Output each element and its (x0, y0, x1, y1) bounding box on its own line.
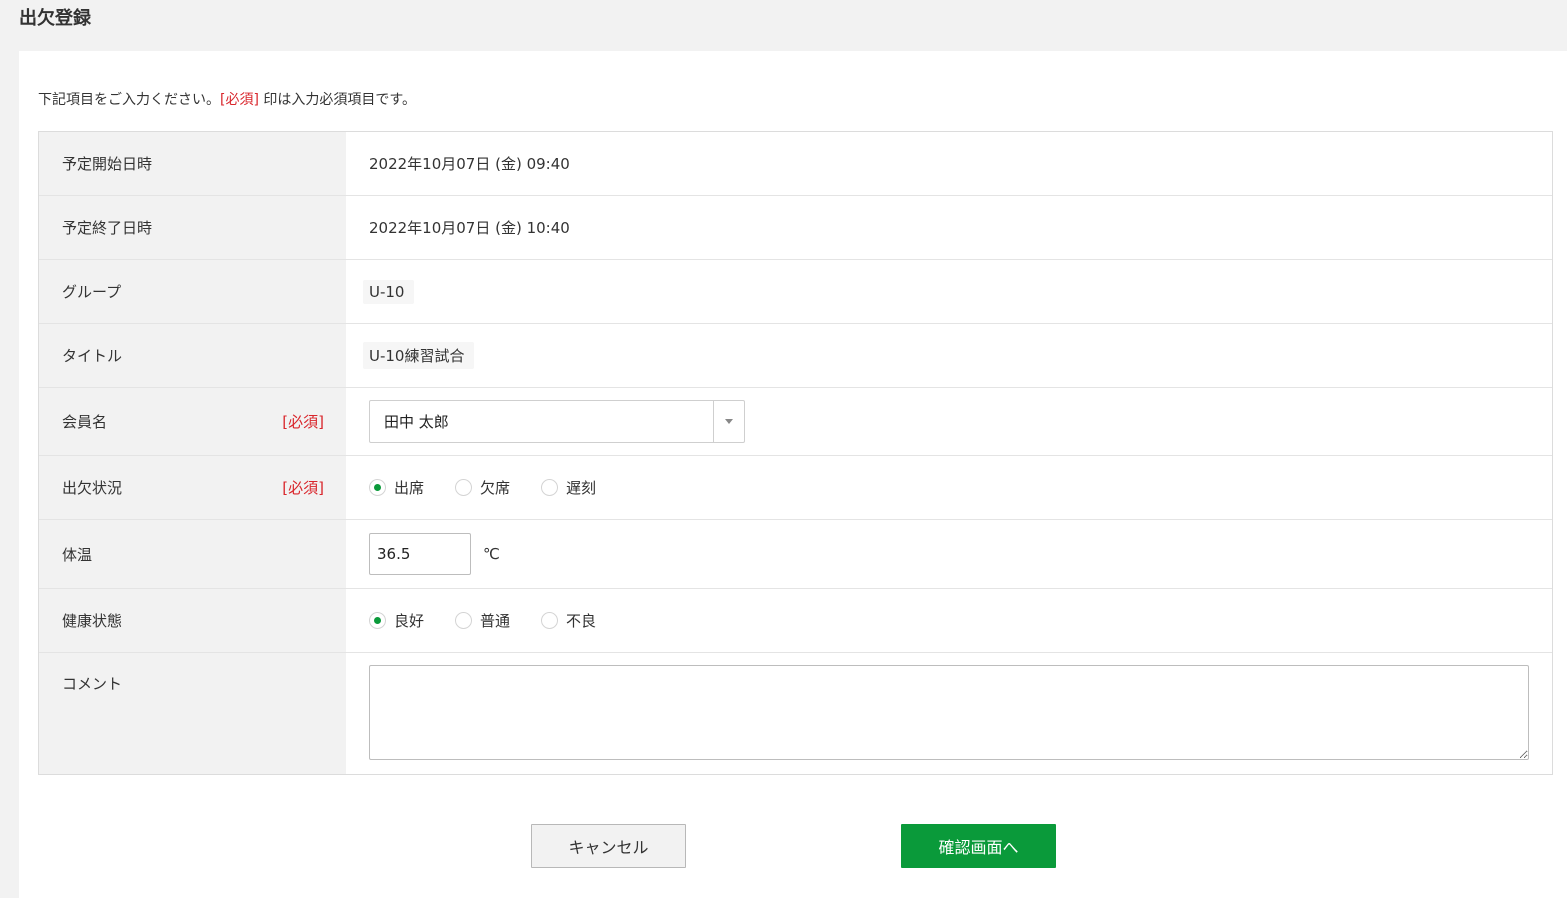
radio-attendance-present[interactable]: 出席 (369, 477, 424, 498)
radio-attendance-absent[interactable]: 欠席 (455, 477, 510, 498)
attendance-form-table: 予定開始日時 2022年10月07日 (金) 09:40 予定終了日時 2022… (38, 131, 1553, 775)
label-text: 予定開始日時 (62, 155, 153, 173)
title-value: U-10練習試合 (363, 342, 475, 369)
cancel-button[interactable]: キャンセル (531, 824, 686, 868)
comment-textarea[interactable] (369, 665, 1529, 760)
intro-text: 下記項目をご入力ください。[必須] 印は入力必須項目です。 (38, 89, 416, 109)
value-end-datetime: 2022年10月07日 (金) 10:40 (369, 219, 570, 237)
required-badge: [必須] (282, 479, 324, 497)
page-header: 出欠登録 (0, 0, 1567, 51)
value-member: 田中 太郎 (346, 388, 1552, 455)
row-end-datetime: 予定終了日時 2022年10月07日 (金) 10:40 (39, 196, 1552, 260)
label-title: タイトル (39, 324, 346, 387)
member-select[interactable]: 田中 太郎 (369, 400, 745, 443)
radio-unchecked-icon[interactable] (541, 612, 559, 629)
intro-suffix: 印は入力必須項目です。 (258, 92, 416, 108)
attendance-radio-group: 出席 欠席 遅刻 (369, 477, 627, 498)
label-text: 出欠状況 (62, 479, 123, 497)
temperature-unit: ℃ (483, 545, 500, 563)
value-start-datetime: 2022年10月07日 (金) 09:40 (369, 155, 570, 173)
health-radio-group: 良好 普通 不良 (369, 610, 627, 631)
value-comment (346, 653, 1552, 774)
radio-label: 不良 (566, 612, 597, 630)
row-start-datetime: 予定開始日時 2022年10月07日 (金) 09:40 (39, 132, 1552, 196)
label-group: グループ (39, 260, 346, 323)
group-value: U-10 (363, 279, 415, 304)
label-text: グループ (62, 283, 122, 301)
member-select-toggle[interactable] (713, 401, 744, 442)
confirm-button[interactable]: 確認画面へ (901, 824, 1056, 868)
label-comment: コメント (39, 653, 346, 774)
row-group: グループ U-10 (39, 260, 1552, 324)
required-badge: [必須] (282, 413, 324, 431)
label-attendance: 出欠状況 [必須] (39, 456, 346, 519)
radio-checked-icon[interactable] (369, 479, 386, 496)
label-temperature: 体温 (39, 520, 346, 588)
label-end-datetime: 予定終了日時 (39, 196, 346, 259)
page-title: 出欠登録 (19, 8, 91, 29)
radio-label: 普通 (480, 612, 511, 630)
radio-unchecked-icon[interactable] (541, 479, 559, 496)
row-member: 会員名 [必須] 田中 太郎 (39, 388, 1552, 456)
intro-prefix: 下記項目をご入力ください。 (38, 92, 220, 108)
value-temperature: ℃ (346, 520, 1552, 588)
label-text: タイトル (62, 347, 123, 365)
label-member: 会員名 [必須] (39, 388, 346, 455)
row-health: 健康状態 良好 普通 不良 (39, 589, 1552, 653)
value-attendance: 出席 欠席 遅刻 (346, 456, 1552, 519)
radio-health-poor[interactable]: 不良 (541, 610, 596, 631)
form-panel: 下記項目をご入力ください。[必須] 印は入力必須項目です。 予定開始日時 202… (19, 51, 1567, 898)
radio-label: 欠席 (480, 479, 511, 497)
value-group: U-10 (346, 260, 1552, 323)
radio-attendance-late[interactable]: 遅刻 (541, 477, 596, 498)
row-title: タイトル U-10練習試合 (39, 324, 1552, 388)
label-health: 健康状態 (39, 589, 346, 652)
row-comment: コメント (39, 653, 1552, 774)
radio-checked-icon[interactable] (369, 612, 386, 629)
temperature-input[interactable] (369, 533, 471, 575)
radio-label: 良好 (394, 612, 425, 630)
radio-health-good[interactable]: 良好 (369, 610, 424, 631)
radio-label: 遅刻 (566, 479, 597, 497)
chevron-down-icon (725, 419, 733, 424)
label-start-datetime: 予定開始日時 (39, 132, 346, 195)
value-health: 良好 普通 不良 (346, 589, 1552, 652)
member-select-value: 田中 太郎 (384, 413, 449, 431)
radio-health-normal[interactable]: 普通 (455, 610, 510, 631)
radio-unchecked-icon[interactable] (455, 612, 473, 629)
label-text: 体温 (62, 545, 93, 564)
value-title: U-10練習試合 (346, 324, 1552, 387)
label-text: コメント (62, 675, 123, 693)
label-text: 健康状態 (62, 612, 123, 630)
radio-label: 出席 (394, 479, 425, 497)
row-attendance: 出欠状況 [必須] 出席 欠席 遅刻 (39, 456, 1552, 520)
row-temperature: 体温 ℃ (39, 520, 1552, 589)
radio-unchecked-icon[interactable] (455, 479, 473, 496)
intro-required-mark: [必須] (220, 92, 259, 108)
label-text: 会員名 (62, 413, 108, 431)
label-text: 予定終了日時 (62, 219, 153, 237)
